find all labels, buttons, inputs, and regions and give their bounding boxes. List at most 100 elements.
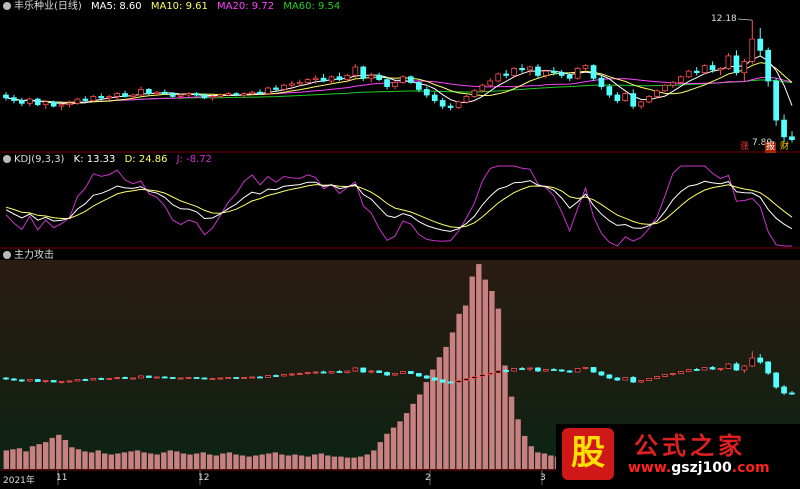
main-force-bar: [259, 454, 265, 469]
candle: [590, 65, 597, 79]
mini-candle: [185, 377, 192, 379]
candle: [725, 55, 732, 69]
mini-candle: [558, 369, 565, 372]
candle: [312, 77, 319, 80]
candle: [265, 87, 271, 94]
mini-candle: [701, 367, 708, 371]
candle: [249, 91, 255, 94]
ma60-label: MA60: 9.54: [283, 1, 341, 12]
candle: [26, 98, 33, 104]
candle: [471, 90, 478, 97]
mini-candle: [582, 367, 589, 369]
mini-candle: [11, 378, 17, 381]
candle: [233, 93, 240, 96]
main-force-bar: [495, 308, 502, 469]
candle: [519, 68, 525, 71]
watermark-name: 公式之家: [634, 431, 746, 460]
mini-candle: [161, 376, 168, 379]
mini-candle: [201, 377, 208, 380]
mini-candle: [709, 367, 716, 370]
mini-candle: [344, 370, 351, 373]
main-force-bar: [502, 365, 508, 469]
main-force-bar: [371, 450, 377, 469]
candle: [368, 75, 375, 79]
candle: [153, 91, 160, 94]
candle: [18, 100, 25, 104]
mini-candle: [685, 369, 692, 372]
event-tag-zhang[interactable]: 涨: [740, 142, 749, 153]
candle: [3, 94, 9, 99]
main-force-bar: [82, 451, 88, 469]
mini-candle: [598, 371, 605, 376]
main-force-bar: [128, 451, 134, 469]
candle: [328, 76, 335, 82]
main-force-bar: [115, 453, 121, 469]
mini-candle: [66, 380, 73, 383]
candle: [765, 49, 772, 82]
main-force-legend: 主力攻击: [0, 249, 60, 263]
stock-chart-stage: 丰乐种业(日线) MA5: 8.60 MA10: 9.61 MA20: 9.72…: [0, 0, 800, 486]
watermark-logo: 股 公式之家 www.gszj100.com: [556, 424, 800, 485]
main-force-bar: [266, 453, 272, 469]
candle: [741, 61, 748, 74]
candle: [201, 94, 208, 99]
x-label-2: 2: [425, 473, 431, 483]
candle: [296, 82, 303, 85]
mini-candle: [98, 378, 105, 380]
candle: [42, 101, 49, 106]
price-panel-toggle-icon[interactable]: [3, 2, 11, 10]
main-force-bar: [62, 440, 69, 469]
mini-candle: [296, 373, 303, 375]
mini-candle: [527, 367, 533, 370]
main-force-bar: [390, 427, 397, 469]
price-legend: 丰乐种业(日线) MA5: 8.60 MA10: 9.61 MA20: 9.72…: [0, 0, 346, 14]
candle: [574, 68, 581, 79]
main-force-bar: [10, 449, 16, 469]
main-force-title: 主力攻击: [14, 250, 54, 261]
mini-candle: [392, 373, 398, 376]
candle: [614, 94, 621, 101]
kdj-panel-toggle-icon[interactable]: [3, 155, 11, 163]
main-force-bar: [75, 449, 82, 469]
event-tag-bao[interactable]: 报: [765, 142, 777, 153]
mini-candle: [122, 377, 128, 379]
candle: [217, 94, 224, 97]
mini-candle: [241, 377, 247, 379]
stock-chart-canvas: [0, 0, 800, 485]
mini-candle: [130, 377, 136, 380]
mini-candle: [678, 371, 684, 374]
main-force-bar: [331, 456, 338, 469]
mini-candle: [622, 377, 629, 381]
mini-candle: [18, 379, 25, 382]
ma20-label: MA20: 9.72: [217, 1, 275, 12]
main-force-bar: [29, 446, 36, 469]
candle: [241, 93, 247, 96]
main-force-bar: [436, 357, 443, 469]
candle: [701, 65, 708, 73]
mini-candle: [471, 376, 478, 379]
mini-candle: [511, 368, 518, 372]
candle: [400, 76, 406, 83]
candle: [733, 55, 740, 74]
watermark-url: www.gszj100.com: [628, 460, 770, 476]
watermark-url-pre: www.: [628, 460, 672, 476]
mini-candle: [233, 377, 240, 379]
mini-candle: [407, 371, 414, 374]
mini-candle: [638, 380, 645, 383]
candle: [122, 93, 128, 97]
mini-candle: [614, 377, 621, 381]
main-force-panel-toggle-icon[interactable]: [3, 251, 11, 259]
candle: [376, 75, 383, 81]
candle: [177, 94, 184, 97]
mini-candle: [249, 376, 255, 379]
candle: [225, 93, 232, 96]
mini-candle: [312, 371, 319, 374]
main-force-bar: [325, 455, 331, 469]
candle: [685, 70, 692, 78]
main-force-bar: [344, 457, 351, 469]
main-force-bar: [397, 421, 403, 469]
mini-candle: [606, 374, 613, 379]
event-tag-cai[interactable]: 财: [780, 142, 789, 153]
main-force-bar: [292, 454, 298, 469]
candle: [161, 91, 168, 94]
